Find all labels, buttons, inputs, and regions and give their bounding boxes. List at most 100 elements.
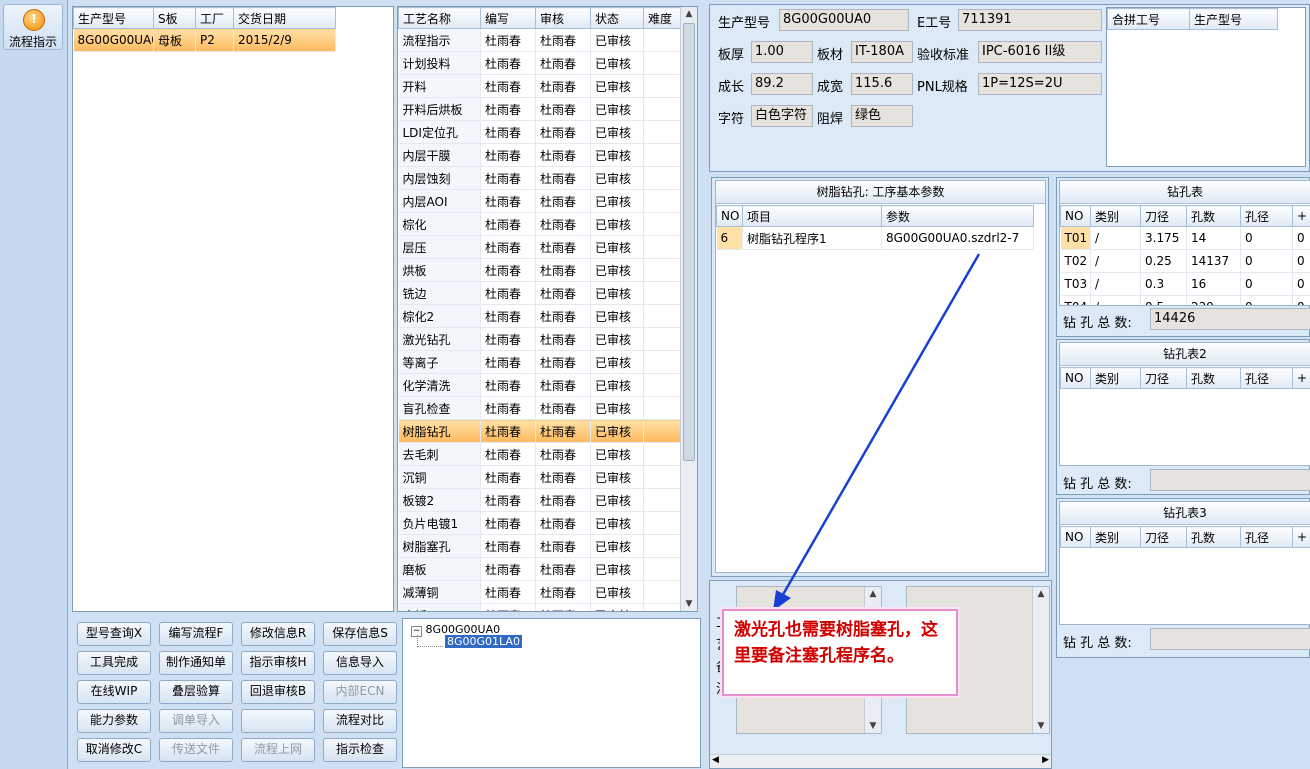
action-button[interactable]: 信息导入 <box>323 651 397 675</box>
table-row[interactable]: 烘板 杜雨春 杜雨春 已审核 <box>398 258 681 282</box>
action-button[interactable]: 能力参数 <box>77 709 151 733</box>
table-row[interactable]: 磨板1杜雨春杜雨春已审核 <box>398 603 681 611</box>
table-row[interactable]: 棕化2 杜雨春 杜雨春 已审核 <box>398 304 681 328</box>
action-button[interactable]: 流程上网 <box>241 738 315 762</box>
table-row[interactable]: 负片电镀1 杜雨春 杜雨春 已审核 <box>398 511 681 535</box>
drill-header[interactable]: NO <box>1060 367 1091 389</box>
table-row[interactable]: T02/0.25 14137 0 0 <box>1060 249 1310 273</box>
table-row[interactable]: 内层蚀刻 杜雨春 杜雨春 已审核 <box>398 166 681 190</box>
table-row[interactable]: 开料 杜雨春 杜雨春 已审核 <box>398 74 681 98</box>
process-table-header[interactable]: 状态 <box>590 7 644 29</box>
merge-table-header[interactable]: 合拼工号 <box>1107 8 1190 30</box>
table-row[interactable]: 内层干膜 杜雨春 杜雨春 已审核 <box>398 143 681 167</box>
drill-header[interactable]: 类别 <box>1090 205 1141 227</box>
pnl-field[interactable]: 1P=12S=2U <box>978 73 1102 95</box>
drill-header[interactable]: 孔数 <box>1186 526 1241 548</box>
table-row[interactable]: 6 树脂钻孔程序1 8G00G00UA0.szdrl2-7 <box>716 226 1034 250</box>
drill-header[interactable]: 孔数 <box>1186 205 1241 227</box>
standard-field[interactable]: IPC-6016 II级 <box>978 41 1102 63</box>
scroll-right-arrow-icon[interactable]: ▶ <box>1042 755 1049 765</box>
action-button[interactable] <box>241 709 315 733</box>
e-no-field[interactable]: 711391 <box>958 9 1102 31</box>
table-row[interactable]: 开料后烘板 杜雨春 杜雨春 已审核 <box>398 97 681 121</box>
action-button[interactable]: 指示检查 <box>323 738 397 762</box>
process-table-header[interactable]: 编写 <box>480 7 536 29</box>
drill-header[interactable]: 孔数 <box>1186 367 1241 389</box>
drill-header[interactable]: NO <box>1060 205 1091 227</box>
scroll-thumb[interactable] <box>683 23 695 461</box>
action-button[interactable]: 回退审核B <box>241 680 315 704</box>
remark-scrollbar[interactable]: ▲ ▼ <box>1032 587 1049 733</box>
scroll-left-arrow-icon[interactable]: ◀ <box>712 755 719 765</box>
model-table-header[interactable]: 生产型号 <box>73 7 154 29</box>
table-row[interactable]: 沉铜 杜雨春 杜雨春 已审核 <box>398 465 681 489</box>
table-row[interactable]: 树脂钻孔 杜雨春 杜雨春 已审核 <box>398 419 681 443</box>
drill-header[interactable]: 孔径 <box>1240 367 1293 389</box>
model-table-header[interactable]: S板 <box>153 7 196 29</box>
length-field[interactable]: 89.2 <box>751 73 813 95</box>
process-table-scrollbar[interactable]: ▲ ▼ <box>680 7 697 611</box>
action-button[interactable]: 流程对比 <box>323 709 397 733</box>
drill-header[interactable]: + <box>1292 367 1310 389</box>
params-header[interactable]: 项目 <box>742 205 882 227</box>
action-button[interactable]: 编写流程F <box>159 622 233 646</box>
action-button[interactable]: 工具完成 <box>77 651 151 675</box>
notes-hscrollbar[interactable]: ◀ ▶ <box>710 754 1051 768</box>
thickness-field[interactable]: 1.00 <box>751 41 813 63</box>
scroll-down-arrow-icon[interactable]: ▼ <box>681 597 697 611</box>
table-row[interactable]: 8G00G00UA0 母板 P2 2015/2/9 <box>73 28 336 52</box>
drill-header[interactable]: 刀径 <box>1140 367 1187 389</box>
table-row[interactable]: 盲孔检查 杜雨春 杜雨春 已审核 <box>398 396 681 420</box>
table-row[interactable]: 激光钻孔 杜雨春 杜雨春 已审核 <box>398 327 681 351</box>
process-table-header[interactable]: 工艺名称 <box>398 7 481 29</box>
action-button[interactable]: 指示审核H <box>241 651 315 675</box>
drill-total-field[interactable]: 14426 <box>1150 308 1310 330</box>
action-button[interactable]: 在线WIP <box>77 680 151 704</box>
drill-header[interactable]: NO <box>1060 526 1091 548</box>
table-row[interactable]: 流程指示 杜雨春 杜雨春 已审核 <box>398 28 681 52</box>
scroll-up-arrow-icon[interactable]: ▲ <box>865 587 881 601</box>
action-button[interactable]: 型号查询X <box>77 622 151 646</box>
model-table-header[interactable]: 工厂 <box>195 7 234 29</box>
drill-header[interactable]: 刀径 <box>1140 205 1187 227</box>
table-row[interactable]: 减薄铜 杜雨春 杜雨春 已审核 <box>398 580 681 604</box>
table-row[interactable]: 铣边 杜雨春 杜雨春 已审核 <box>398 281 681 305</box>
drill-header[interactable]: 类别 <box>1090 367 1141 389</box>
action-button[interactable]: 取消修改C <box>77 738 151 762</box>
mask-field[interactable]: 绿色 <box>851 105 913 127</box>
model-field[interactable]: 8G00G00UA0 <box>779 9 909 31</box>
action-button[interactable]: 传送文件 <box>159 738 233 762</box>
char-field[interactable]: 白色字符 <box>751 105 813 127</box>
table-row[interactable]: 计划投料 杜雨春 杜雨春 已审核 <box>398 51 681 75</box>
scroll-down-arrow-icon[interactable]: ▼ <box>865 719 881 733</box>
action-button[interactable]: 叠层验算 <box>159 680 233 704</box>
scroll-up-arrow-icon[interactable]: ▲ <box>1033 587 1049 601</box>
scroll-up-arrow-icon[interactable]: ▲ <box>681 7 697 21</box>
table-row[interactable]: LDI定位孔 杜雨春 杜雨春 已审核 <box>398 120 681 144</box>
drill-total-field[interactable] <box>1150 628 1310 650</box>
drill-header[interactable]: + <box>1292 526 1310 548</box>
table-row[interactable]: 内层AOI 杜雨春 杜雨春 已审核 <box>398 189 681 213</box>
table-row[interactable]: 树脂塞孔 杜雨春 杜雨春 已审核 <box>398 534 681 558</box>
action-button[interactable]: 内部ECN <box>323 680 397 704</box>
drill-header[interactable]: + <box>1292 205 1310 227</box>
table-row[interactable]: 去毛刺 杜雨春 杜雨春 已审核 <box>398 442 681 466</box>
process-table-header[interactable]: 审核 <box>535 7 591 29</box>
drill-header[interactable]: 刀径 <box>1140 526 1187 548</box>
tree-child-selected[interactable]: 8G00G01LA0 <box>445 635 522 648</box>
drill-header[interactable]: 孔径 <box>1240 526 1293 548</box>
action-button[interactable]: 制作通知单 <box>159 651 233 675</box>
table-row[interactable]: T04/0.523900 <box>1060 295 1310 305</box>
table-row[interactable]: T01/3.175 14 0 0 <box>1060 226 1310 250</box>
process-table-header[interactable]: 难度 <box>643 7 681 29</box>
action-button[interactable]: 保存信息S <box>323 622 397 646</box>
drill-header[interactable]: 类别 <box>1090 526 1141 548</box>
table-row[interactable]: 层压 杜雨春 杜雨春 已审核 <box>398 235 681 259</box>
params-header[interactable]: NO <box>716 205 743 227</box>
action-button[interactable]: 调单导入 <box>159 709 233 733</box>
drill-total-field[interactable] <box>1150 469 1310 491</box>
table-row[interactable]: T03/0.3 16 0 0 <box>1060 272 1310 296</box>
merge-table-header[interactable]: 生产型号 <box>1189 8 1278 30</box>
model-table-header[interactable]: 交货日期 <box>233 7 336 29</box>
action-button[interactable]: 修改信息R <box>241 622 315 646</box>
